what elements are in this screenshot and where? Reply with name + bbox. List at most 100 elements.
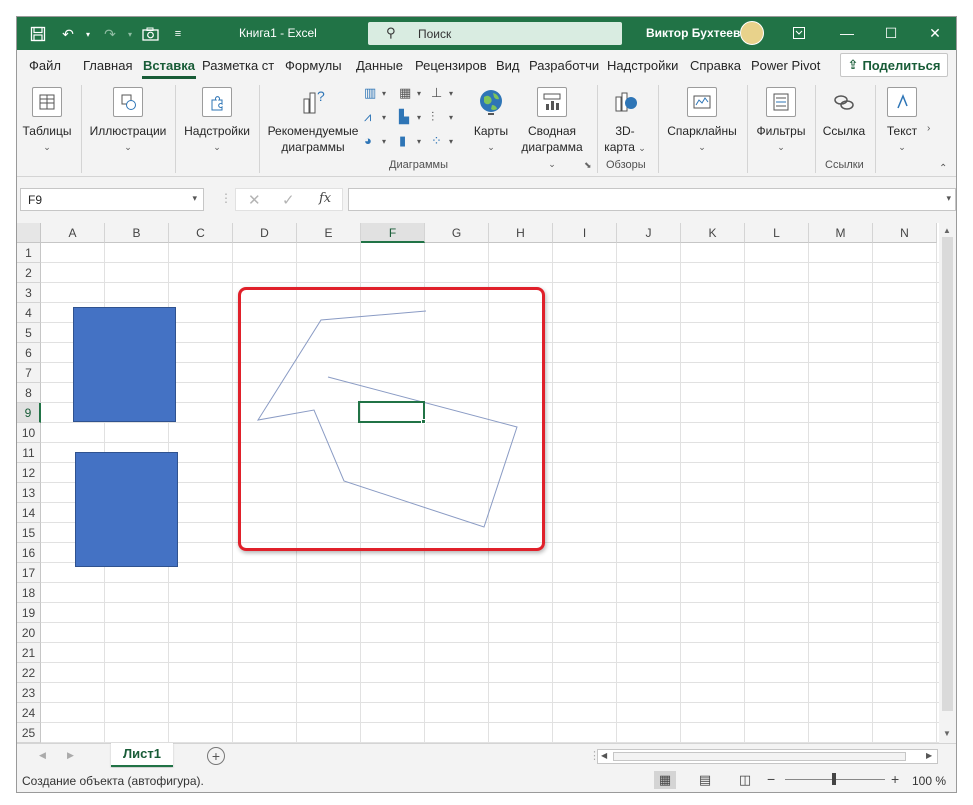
scroll-down-icon[interactable]: ▼ [943, 729, 951, 738]
tab-developer[interactable]: Разработчи [529, 58, 599, 73]
insert-function-icon[interactable]: fx [319, 191, 331, 206]
enter-icon[interactable]: ✓ [282, 191, 295, 209]
chevron-down-icon[interactable]: ▾ [382, 89, 386, 98]
cancel-icon[interactable]: ✕ [248, 191, 261, 209]
chevron-down-icon[interactable]: ▾ [449, 137, 453, 146]
column-chart-icon[interactable]: ▥ [364, 85, 380, 101]
addins-icon [202, 87, 232, 117]
next-sheet-icon[interactable]: ▶ [67, 750, 74, 761]
chevron-down-icon: ⌄ [548, 159, 556, 169]
save-icon[interactable] [27, 23, 49, 45]
scroll-right-icon[interactable]: ▶ [926, 751, 932, 760]
camera-icon[interactable] [139, 23, 161, 45]
tab-power-pivot[interactable]: Power Pivot [751, 58, 820, 73]
tab-view[interactable]: Вид [496, 58, 520, 73]
filters-button[interactable]: Фильтры ⌄ [752, 87, 810, 155]
sheet-tab[interactable]: Лист1 [111, 743, 173, 767]
redo-dropdown-icon[interactable]: ▾ [119, 23, 141, 45]
formula-input[interactable]: ▾ [348, 188, 956, 211]
page-break-view-icon[interactable]: ◫ [734, 771, 756, 789]
pie-chart-icon[interactable]: ◕ [364, 133, 380, 149]
tab-addins[interactable]: Надстройки [607, 58, 678, 73]
tab-review[interactable]: Рецензиров [415, 58, 487, 73]
drag-handle-icon[interactable]: ⋮ [220, 191, 232, 205]
tab-page-layout[interactable]: Разметка ст [202, 58, 274, 73]
sparklines-button[interactable]: Спарклайны ⌄ [663, 87, 741, 155]
recommended-charts-button[interactable]: ? Рекомендуемые диаграммы [267, 87, 359, 155]
undo-icon[interactable]: ↶ [57, 23, 79, 45]
3d-map-button[interactable]: 3D- карта ⌄ [601, 87, 649, 156]
collapse-ribbon-icon[interactable]: ⌃ [939, 163, 947, 174]
3d-map-icon [610, 87, 640, 117]
horizontal-scroll-thumb[interactable] [613, 752, 906, 761]
chevron-down-icon: ⌄ [124, 142, 132, 152]
status-bar: Создание объекта (автофигура). ▦ ▤ ◫ − +… [17, 768, 956, 792]
waterfall-chart-icon[interactable]: ⊥ [431, 85, 447, 101]
combo-chart-icon[interactable]: ⫶ [431, 109, 447, 125]
links-group-label: Ссылки [825, 159, 864, 171]
chevron-down-icon[interactable]: ▾ [382, 137, 386, 146]
addins-button[interactable]: Надстройки ⌄ [181, 87, 253, 155]
redo-icon[interactable]: ↷ [99, 23, 121, 45]
share-button[interactable]: ⇪ Поделиться [840, 53, 948, 77]
illustrations-button[interactable]: Иллюстрации ⌄ [87, 87, 169, 155]
worksheet-grid[interactable]: A B C D E F G H I J K L M N 1 2 3 4 5 6 7 8 9 10 11 12 13 14 15 16 17 1… [17, 223, 939, 743]
scroll-left-icon[interactable]: ◀ [601, 751, 607, 760]
name-box-value: F9 [28, 193, 43, 207]
link-button[interactable]: Ссылка [819, 87, 869, 139]
line-chart-icon[interactable]: ⩘ [364, 109, 380, 125]
chevron-down-icon[interactable]: ▾ [417, 89, 421, 98]
tab-home[interactable]: Главная [83, 58, 132, 73]
scroll-up-icon[interactable]: ▲ [943, 226, 951, 235]
text-box-icon [887, 87, 917, 117]
text-button[interactable]: Текст ⌄ [880, 87, 924, 155]
normal-view-icon[interactable]: ▦ [654, 771, 676, 789]
zoom-slider-thumb[interactable] [832, 773, 836, 785]
add-sheet-button[interactable]: + [207, 747, 225, 765]
chevron-right-icon[interactable]: › [927, 123, 930, 134]
formula-bar: F9 ▾ ⋮ ✕ ✓ fx ▾ [17, 177, 956, 223]
ribbon-separator [597, 85, 598, 173]
name-box[interactable]: F9 ▾ [20, 188, 204, 211]
user-name[interactable]: Виктор Бухтеев [646, 26, 740, 40]
zoom-level[interactable]: 100 % [912, 774, 946, 788]
vertical-scrollbar[interactable]: ▲ ▼ [939, 223, 956, 743]
chevron-down-icon[interactable]: ▾ [382, 113, 386, 122]
hierarchy-chart-icon[interactable]: ▦ [399, 85, 415, 101]
tab-data[interactable]: Данные [356, 58, 403, 73]
maps-label: Карты [473, 124, 509, 138]
vertical-scroll-thumb[interactable] [942, 237, 953, 711]
scatter-chart-icon[interactable]: ⁘ [431, 133, 447, 149]
tab-help[interactable]: Справка [690, 58, 741, 73]
tables-button[interactable]: Таблицы ⌄ [21, 87, 73, 155]
chevron-down-icon[interactable]: ▾ [192, 193, 197, 204]
chevron-down-icon[interactable]: ▾ [449, 113, 453, 122]
maximize-button[interactable]: ☐ [877, 22, 905, 44]
avatar[interactable] [740, 21, 764, 45]
undo-dropdown-icon[interactable]: ▾ [77, 23, 99, 45]
zoom-out-icon[interactable]: − [767, 771, 775, 787]
pivot-chart-button[interactable]: Сводная диаграмма ⌄ [517, 87, 587, 172]
ribbon-separator [875, 85, 876, 173]
maps-button[interactable]: Карты ⌄ [467, 87, 515, 155]
horizontal-scrollbar[interactable]: ◀ ▶ [597, 749, 938, 764]
ribbon-separator [658, 85, 659, 173]
chevron-down-icon[interactable]: ▾ [417, 113, 421, 122]
tab-insert[interactable]: Вставка [143, 58, 195, 73]
dialog-launcher-icon[interactable]: ⬊ [584, 160, 592, 171]
chevron-down-icon[interactable]: ▾ [946, 193, 951, 204]
customize-qat-icon[interactable]: ≡ [167, 23, 189, 45]
minimize-button[interactable]: — [833, 22, 861, 44]
ribbon-display-options-icon[interactable] [785, 22, 813, 44]
close-button[interactable]: ✕ [921, 22, 949, 44]
tab-file[interactable]: Файл [29, 58, 61, 73]
tab-formulas[interactable]: Формулы [285, 58, 342, 73]
chevron-down-icon[interactable]: ▾ [417, 137, 421, 146]
page-layout-view-icon[interactable]: ▤ [694, 771, 716, 789]
statistic-chart-icon[interactable]: ▙ [399, 109, 415, 125]
chevron-down-icon[interactable]: ▾ [449, 89, 453, 98]
previous-sheet-icon[interactable]: ◀ [39, 750, 46, 761]
bar-chart-icon[interactable]: ▮ [399, 133, 415, 149]
zoom-in-icon[interactable]: + [891, 771, 899, 787]
search-input[interactable]: ⚲ Поиск [368, 22, 622, 45]
